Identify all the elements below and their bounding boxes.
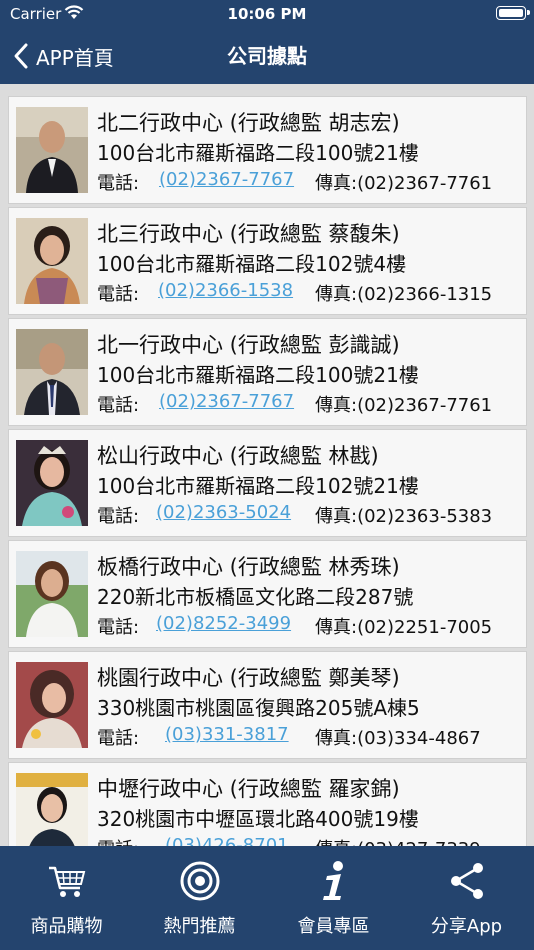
office-director-photo	[16, 440, 88, 526]
phone-label: 電話:	[97, 506, 140, 527]
office-title: 中壢行政中心 (行政總監 羅家錦)	[97, 777, 400, 801]
office-card[interactable]: 板橋行政中心 (行政總監 林秀珠) 220新北市板橋區文化路二段287號 電話:…	[8, 540, 527, 648]
tab-bar: 商品購物 熱門推薦 會員專區 分享App	[0, 846, 534, 950]
tab-member[interactable]: 會員專區	[267, 846, 400, 950]
navigation-bar: APP首頁 公司據點	[0, 28, 534, 84]
office-card[interactable]: 北二行政中心 (行政總監 胡志宏) 100台北市羅斯福路二段100號21樓 電話…	[8, 96, 527, 204]
fax-number: 傳真:(02)2367-7761	[315, 173, 493, 194]
office-director-photo	[16, 551, 88, 637]
office-card[interactable]: 松山行政中心 (行政總監 林戡) 100台北市羅斯福路二段102號21樓 電話:…	[8, 429, 527, 537]
office-title: 松山行政中心 (行政總監 林戡)	[97, 444, 379, 468]
office-address: 100台北市羅斯福路二段100號21樓	[97, 363, 419, 387]
info-icon	[323, 861, 343, 900]
office-address: 100台北市羅斯福路二段102號4樓	[97, 252, 407, 276]
office-address: 100台北市羅斯福路二段100號21樓	[97, 141, 419, 165]
tab-shopping[interactable]: 商品購物	[0, 846, 133, 950]
phone-link[interactable]: (02)2367-7767	[159, 391, 294, 412]
office-director-photo	[16, 329, 88, 415]
office-director-photo	[16, 773, 88, 846]
phone-label: 電話:	[97, 835, 139, 846]
office-list[interactable]: 北二行政中心 (行政總監 胡志宏) 100台北市羅斯福路二段100號21樓 電話…	[0, 84, 534, 846]
cart-icon	[49, 866, 86, 897]
office-address: 330桃園市桃園區復興路205號A棟5	[97, 696, 420, 720]
fax-number: 傳真:(03)427-7339	[315, 835, 481, 846]
office-card[interactable]: 北一行政中心 (行政總監 彭識誠) 100台北市羅斯福路二段100號21樓 電話…	[8, 318, 527, 426]
page-title: 公司據點	[227, 44, 307, 68]
phone-link[interactable]: (02)2367-7767	[159, 169, 294, 190]
status-time: 10:06 PM	[227, 5, 307, 23]
office-title: 板橋行政中心 (行政總監 林秀珠)	[97, 555, 400, 579]
fax-number: 傳真:(02)2363-5383	[315, 506, 493, 527]
status-bar: Carrier 10:06 PM	[0, 0, 534, 28]
fax-number: 傳真:(02)2251-7005	[315, 617, 493, 638]
office-title: 北一行政中心 (行政總監 彭識誠)	[97, 333, 400, 357]
office-address: 100台北市羅斯福路二段102號21樓	[97, 474, 419, 498]
share-icon	[451, 863, 483, 899]
office-director-photo	[16, 107, 88, 193]
battery-icon	[496, 6, 530, 20]
phone-label: 電話:	[97, 728, 140, 749]
tab-label: 商品購物	[30, 916, 103, 937]
phone-link[interactable]: (02)2366-1538	[158, 280, 293, 301]
tab-label: 熱門推薦	[163, 916, 236, 937]
phone-label: 電話:	[97, 284, 140, 305]
tab-recommended[interactable]: 熱門推薦	[133, 846, 266, 950]
office-title: 桃園行政中心 (行政總監 鄭美琴)	[97, 666, 400, 690]
tab-label: 會員專區	[297, 916, 370, 937]
office-title: 北二行政中心 (行政總監 胡志宏)	[97, 111, 400, 135]
tab-label: 分享App	[430, 916, 503, 937]
fax-number: 傳真:(02)2366-1315	[315, 284, 493, 305]
phone-label: 電話:	[97, 173, 140, 194]
phone-label: 電話:	[97, 617, 140, 638]
phone-link[interactable]: (02)8252-3499	[156, 613, 291, 634]
fax-number: 傳真:(03)334-4867	[315, 728, 481, 749]
office-card[interactable]: 中壢行政中心 (行政總監 羅家錦) 320桃園市中壢區環北路400號19樓 電話…	[8, 762, 527, 846]
office-address: 220新北市板橋區文化路二段287號	[97, 585, 414, 609]
office-director-photo	[16, 662, 88, 748]
phone-link[interactable]: (03)331-3817	[165, 724, 289, 745]
target-icon	[180, 861, 220, 901]
top-bar: Carrier 10:06 PM APP首頁 公司據點	[0, 0, 534, 84]
tab-share[interactable]: 分享App	[400, 846, 533, 950]
office-card[interactable]: 桃園行政中心 (行政總監 鄭美琴) 330桃園市桃園區復興路205號A棟5 電話…	[8, 651, 527, 759]
phone-link[interactable]: (02)2363-5024	[156, 502, 291, 523]
fax-number: 傳真:(02)2367-7761	[315, 395, 493, 416]
phone-label: 電話:	[97, 395, 140, 416]
office-title: 北三行政中心 (行政總監 蔡馥朱)	[97, 222, 400, 246]
office-address: 320桃園市中壢區環北路400號19樓	[97, 807, 419, 831]
office-director-photo	[16, 218, 88, 304]
phone-link[interactable]: (03)426-8701	[165, 835, 289, 846]
office-card[interactable]: 北三行政中心 (行政總監 蔡馥朱) 100台北市羅斯福路二段102號4樓 電話:…	[8, 207, 527, 315]
